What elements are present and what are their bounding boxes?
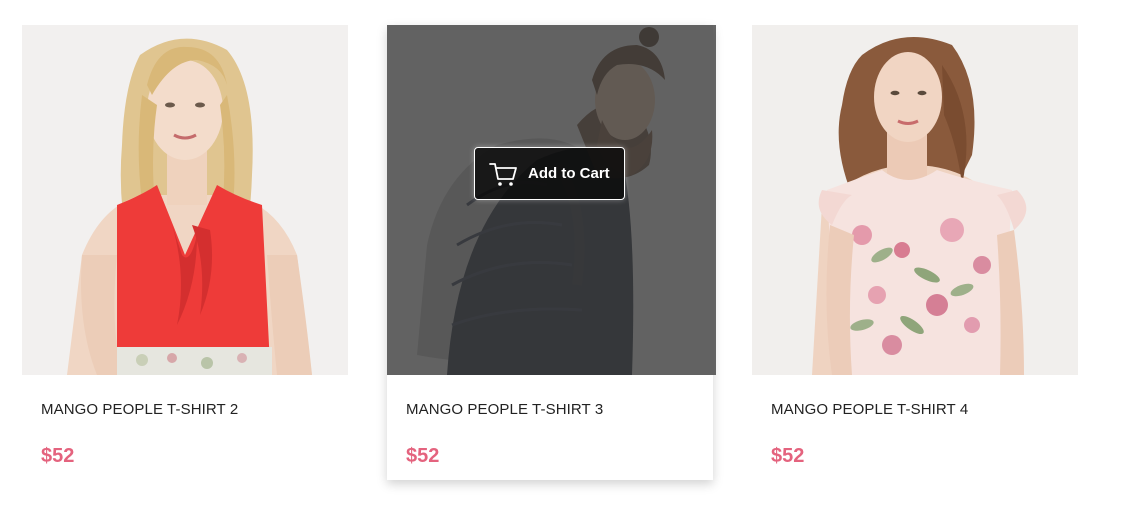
shopping-cart-icon (489, 162, 517, 186)
product-title[interactable]: MANGO PEOPLE T-SHIRT 4 (771, 401, 968, 418)
product-card[interactable]: Add to Cart MANGO PEOPLE T-SHIRT 3 $52 (387, 25, 716, 480)
product-card[interactable]: MANGO PEOPLE T-SHIRT 2 $52 (22, 25, 348, 480)
product-title[interactable]: MANGO PEOPLE T-SHIRT 2 (41, 401, 238, 418)
product-price: $52 (771, 445, 805, 467)
product-grid: MANGO PEOPLE T-SHIRT 2 $52 Add to Cart M… (0, 0, 1136, 507)
hover-overlay: Add to Cart (387, 25, 716, 375)
product-image[interactable] (22, 25, 348, 375)
add-to-cart-button[interactable]: Add to Cart (474, 147, 625, 200)
product-image[interactable] (752, 25, 1078, 375)
product-card[interactable]: MANGO PEOPLE T-SHIRT 4 $52 (752, 25, 1078, 480)
add-to-cart-label: Add to Cart (528, 165, 610, 182)
product-title[interactable]: MANGO PEOPLE T-SHIRT 3 (406, 401, 603, 418)
product-price: $52 (41, 445, 75, 467)
product-price: $52 (406, 445, 440, 467)
